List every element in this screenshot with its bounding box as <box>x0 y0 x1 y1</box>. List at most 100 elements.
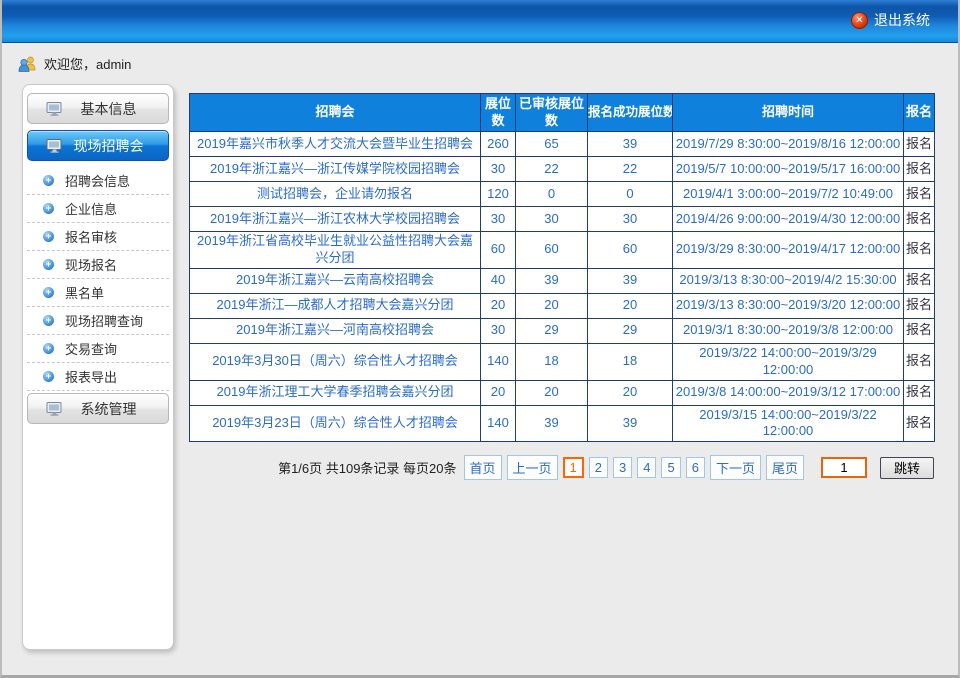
approved-count-cell-cell: 60 <box>516 232 588 269</box>
success-count-cell-cell: 20 <box>588 380 673 405</box>
recruit-time-cell-cell: 2019/3/13 8:30:00~2019/3/20 12:00:00 <box>673 293 904 318</box>
signup-link[interactable]: 报名 <box>906 353 932 368</box>
booth-count-cell-cell: 20 <box>481 293 516 318</box>
signup-link-cell: 报名 <box>904 232 935 269</box>
table-row: 2019年3月30日（周六）综合性人才招聘会14018182019/3/22 1… <box>190 343 935 380</box>
fair-title-link[interactable]: 2019年浙江嘉兴—浙江传媒学院校园招聘会 <box>210 161 460 176</box>
fair-title-link-cell: 测试招聘会，企业请勿报名 <box>190 182 481 207</box>
sidebar-subitem-onsite-signup[interactable]: +现场报名 <box>27 251 169 279</box>
fair-title-link[interactable]: 2019年3月30日（周六）综合性人才招聘会 <box>212 353 458 368</box>
fair-title-link[interactable]: 2019年3月23日（周六）综合性人才招聘会 <box>212 415 458 430</box>
sidebar-subitem-blacklist[interactable]: + 黑名单 <box>27 279 169 307</box>
fair-title-link-cell: 2019年浙江—成都人才招聘大会嘉兴分团 <box>190 293 481 318</box>
sidebar-subitem-company-info[interactable]: +企业信息 <box>27 195 169 223</box>
page-jump-input[interactable] <box>821 457 867 478</box>
approved-count-cell-cell: 20 <box>516 293 588 318</box>
sidebar-subitem-transaction-query[interactable]: + 交易查询 <box>27 335 169 363</box>
fair-title-link[interactable]: 2019年浙江嘉兴—浙江农林大学校园招聘会 <box>210 211 460 226</box>
signup-link[interactable]: 报名 <box>906 241 932 256</box>
signup-link-cell: 报名 <box>904 268 935 293</box>
signup-link-cell: 报名 <box>904 405 935 442</box>
fair-title-link[interactable]: 2019年浙江省高校毕业生就业公益性招聘大会嘉兴分团 <box>197 233 473 265</box>
sidebar-subitem-label: 企业信息 <box>65 199 117 218</box>
fair-title-link-cell: 2019年3月23日（周六）综合性人才招聘会 <box>190 405 481 442</box>
sidebar-subitem-fair-info[interactable]: +招聘会信息 <box>27 167 169 195</box>
signup-link[interactable]: 报名 <box>906 297 932 312</box>
signup-link[interactable]: 报名 <box>906 161 932 176</box>
success-count-cell-cell: 39 <box>588 268 673 293</box>
page-link-6[interactable]: 6 <box>686 457 705 478</box>
success-count-cell-cell: 39 <box>588 132 673 157</box>
table-row: 2019年浙江省高校毕业生就业公益性招聘大会嘉兴分团6060602019/3/2… <box>190 232 935 269</box>
page-jump-button[interactable]: 跳转 <box>880 457 934 479</box>
next-page-link[interactable]: 下一页 <box>710 455 761 480</box>
welcome-bar: 欢迎您，admin <box>18 54 131 73</box>
booth-count-cell-cell: 260 <box>481 132 516 157</box>
recruit-time-cell-cell: 2019/7/29 8:30:00~2019/8/16 12:00:00 <box>673 132 904 157</box>
fair-title-link[interactable]: 2019年浙江理工大学春季招聘会嘉兴分团 <box>217 384 454 399</box>
signup-link[interactable]: 报名 <box>906 136 932 151</box>
approved-count-cell-cell: 39 <box>516 405 588 442</box>
fair-title-link-cell: 2019年嘉兴市秋季人才交流大会暨毕业生招聘会 <box>190 132 481 157</box>
fair-title-link-cell: 2019年3月30日（周六）综合性人才招聘会 <box>190 343 481 380</box>
page-link-2[interactable]: 2 <box>589 457 608 478</box>
col-header-0: 招聘会 <box>190 94 481 132</box>
approved-count-cell-cell: 18 <box>516 343 588 380</box>
main-content: 招聘会展位数已审核展位数报名成功展位数招聘时间报名 2019年嘉兴市秋季人才交流… <box>189 93 934 480</box>
plus-ball-icon: + <box>43 343 54 354</box>
sidebar-subitem-label: 交易查询 <box>65 339 117 358</box>
sidebar-item-basic-info[interactable]: 基本信息 <box>27 93 169 124</box>
logout-button[interactable]: ✕ 退出系统 <box>851 10 930 30</box>
fair-title-link-cell: 2019年浙江理工大学春季招聘会嘉兴分团 <box>190 380 481 405</box>
success-count-cell-cell: 39 <box>588 405 673 442</box>
plus-ball-icon: + <box>43 287 54 298</box>
page-link-4[interactable]: 4 <box>637 457 656 478</box>
recruit-time-cell-cell: 2019/4/1 3:00:00~2019/7/2 10:49:00 <box>673 182 904 207</box>
approved-count-cell-cell: 30 <box>516 207 588 232</box>
top-bar: ✕ 退出系统 <box>2 0 958 43</box>
page-link-3[interactable]: 3 <box>613 457 632 478</box>
booth-count-cell-cell: 30 <box>481 157 516 182</box>
fair-title-link-cell: 2019年浙江嘉兴—云南高校招聘会 <box>190 268 481 293</box>
page: ✕ 退出系统 欢迎您，admin 基本信息 <box>0 0 960 678</box>
signup-link[interactable]: 报名 <box>906 384 932 399</box>
table-row: 2019年嘉兴市秋季人才交流大会暨毕业生招聘会26065392019/7/29 … <box>190 132 935 157</box>
fair-title-link-cell: 2019年浙江嘉兴—浙江农林大学校园招聘会 <box>190 207 481 232</box>
recruit-time-cell-cell: 2019/4/26 9:00:00~2019/4/30 12:00:00 <box>673 207 904 232</box>
fair-title-link[interactable]: 2019年浙江嘉兴—河南高校招聘会 <box>236 322 434 337</box>
plus-ball-icon: + <box>43 371 54 382</box>
recruit-time-cell-cell: 2019/3/8 14:00:00~2019/3/12 17:00:00 <box>673 380 904 405</box>
success-count-cell-cell: 30 <box>588 207 673 232</box>
prev-page-link[interactable]: 上一页 <box>507 455 558 480</box>
recruit-time-cell-cell: 2019/3/22 14:00:00~2019/3/29 12:00:00 <box>673 343 904 380</box>
sidebar-subitem-signup-review[interactable]: +报名审核 <box>27 223 169 251</box>
sidebar-subitem-label: 黑名单 <box>65 283 104 302</box>
last-page-link[interactable]: 尾页 <box>766 455 804 480</box>
fair-title-link[interactable]: 2019年嘉兴市秋季人才交流大会暨毕业生招聘会 <box>197 136 473 151</box>
booth-count-cell-cell: 120 <box>481 182 516 207</box>
signup-link[interactable]: 报名 <box>906 272 932 287</box>
booth-count-cell-cell: 30 <box>481 318 516 343</box>
fair-title-link[interactable]: 2019年浙江—成都人才招聘大会嘉兴分团 <box>217 297 454 312</box>
monitor-icon <box>46 139 63 153</box>
booth-count-cell-cell: 140 <box>481 405 516 442</box>
signup-link-cell: 报名 <box>904 343 935 380</box>
signup-link[interactable]: 报名 <box>906 415 932 430</box>
sidebar-item-system-mgmt[interactable]: 系统管理 <box>27 393 169 424</box>
page-link-5[interactable]: 5 <box>661 457 680 478</box>
fair-title-link[interactable]: 2019年浙江嘉兴—云南高校招聘会 <box>236 272 434 287</box>
signup-link[interactable]: 报名 <box>906 211 932 226</box>
plus-ball-icon: + <box>43 259 54 270</box>
sidebar-item-onsite-fair[interactable]: 现场招聘会 <box>27 130 169 161</box>
fair-title-link[interactable]: 测试招聘会，企业请勿报名 <box>257 186 413 201</box>
page-link-1[interactable]: 1 <box>563 457 584 478</box>
success-count-cell-cell: 20 <box>588 293 673 318</box>
signup-link[interactable]: 报名 <box>906 322 932 337</box>
first-page-link[interactable]: 首页 <box>464 455 502 480</box>
signup-link[interactable]: 报名 <box>906 186 932 201</box>
table-row: 2019年浙江嘉兴—浙江农林大学校园招聘会3030302019/4/26 9:0… <box>190 207 935 232</box>
welcome-text: 欢迎您，admin <box>44 54 131 73</box>
sidebar-subitem-report-export[interactable]: +报表导出 <box>27 363 169 391</box>
col-header-5: 报名 <box>904 94 935 132</box>
sidebar-subitem-onsite-recruit-query[interactable]: +现场招聘查询 <box>27 307 169 335</box>
